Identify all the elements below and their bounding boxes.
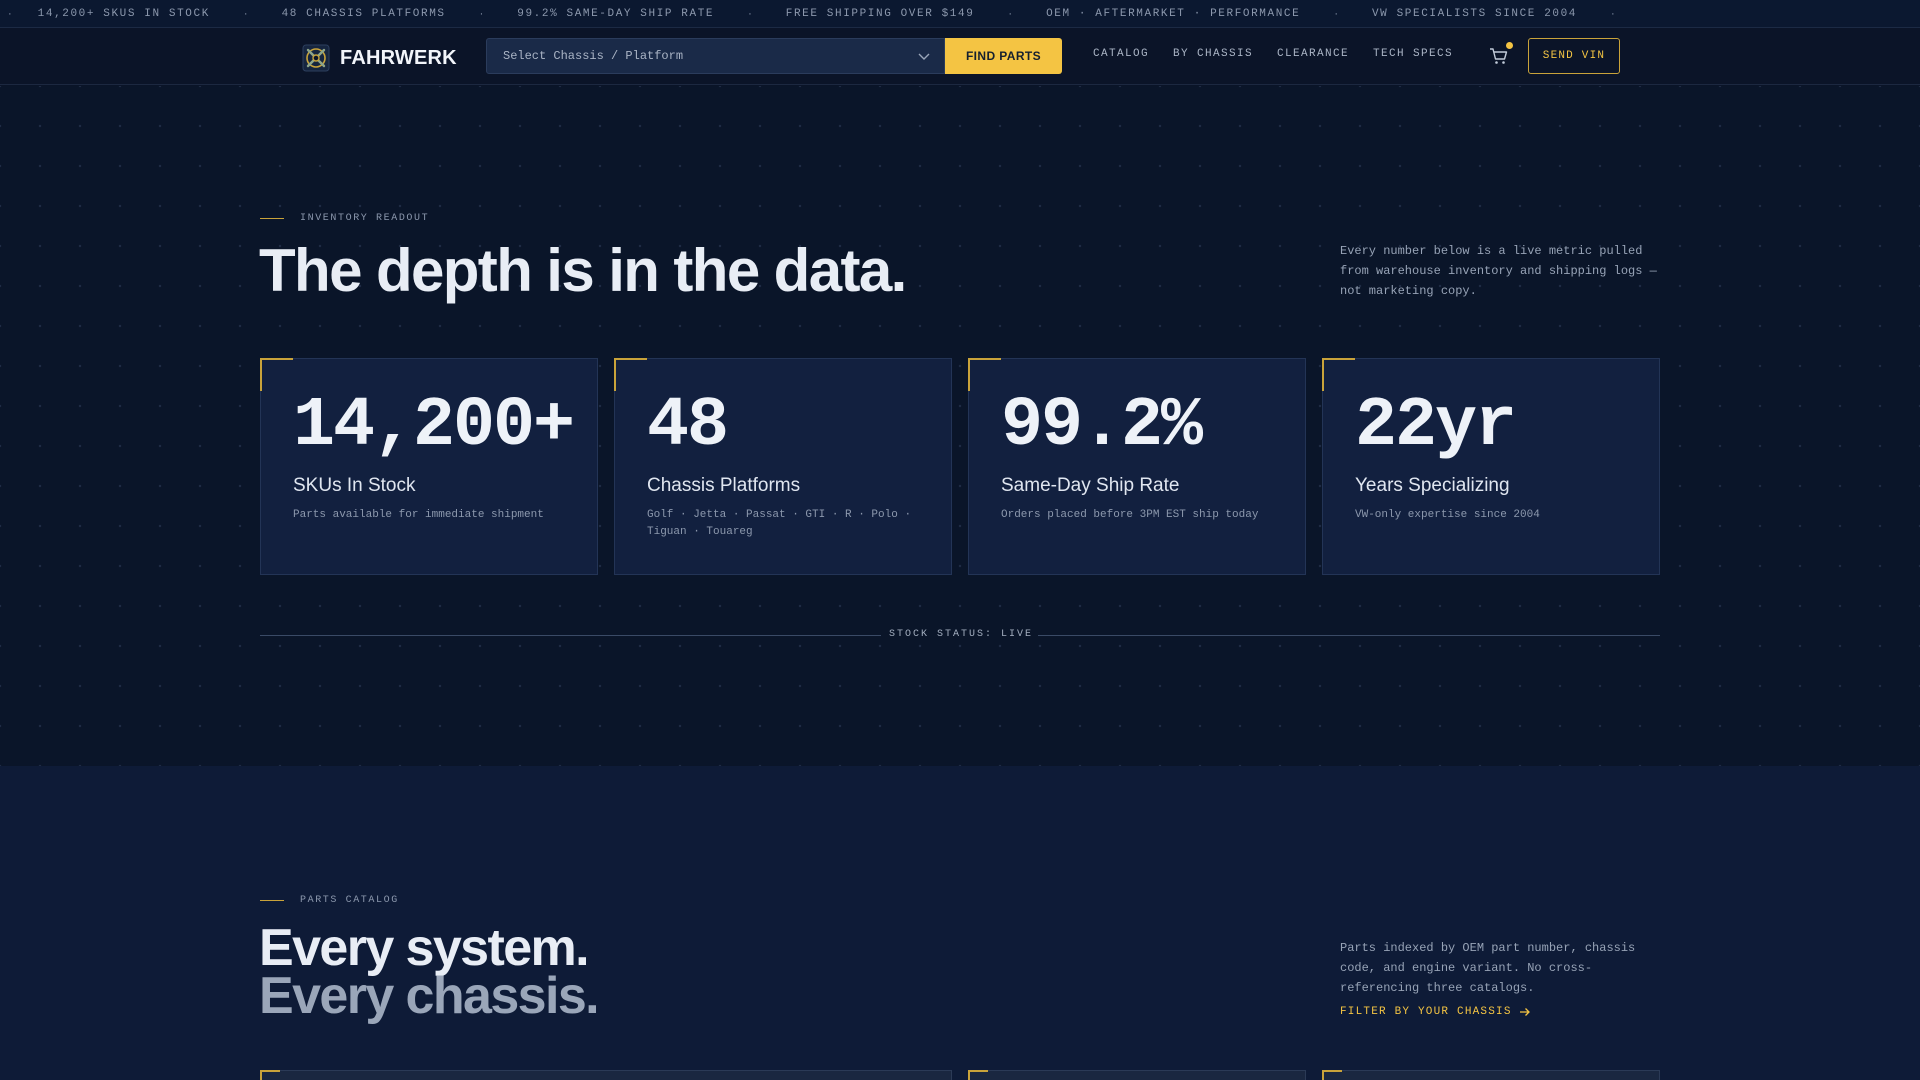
ticker-item: 14,200+ SKUs IN STOCK xyxy=(37,7,210,20)
ticker-separator: · xyxy=(1334,7,1338,20)
metric-cards: 14,200+ SKUs In Stock Parts available fo… xyxy=(260,358,1660,575)
ticker-item: OEM · AFTERMARKET · PERFORMANCE xyxy=(1046,7,1301,20)
metric-card: 22yr Years Specializing VW-only expertis… xyxy=(1322,358,1660,575)
catalog-card[interactable] xyxy=(260,1070,952,1080)
catalog-eyebrow: PARTS CATALOG xyxy=(260,895,399,906)
metric-description: Orders placed before 3PM EST ship today xyxy=(1001,509,1259,521)
brand-logo[interactable]: FAHRWERK xyxy=(302,44,457,72)
wheel-logo-icon xyxy=(302,44,330,72)
eyebrow-text: INVENTORY READOUT xyxy=(300,213,430,224)
ticker-separator: · xyxy=(1611,7,1615,20)
send-vin-button[interactable]: SEND VIN xyxy=(1528,38,1620,74)
catalog-card[interactable] xyxy=(1322,1070,1660,1080)
ticker-separator: · xyxy=(748,7,752,20)
ticker-item: 99.2% SAME-DAY SHIP RATE xyxy=(517,7,715,20)
metric-card: 48 Chassis Platforms Golf · Jetta · Pass… xyxy=(614,358,952,575)
announcement-ticker: · 14,200+ SKUs IN STOCK · 48 CHASSIS PLA… xyxy=(0,0,1920,28)
metric-value: 22yr xyxy=(1355,387,1517,466)
nav-link-clearance[interactable]: CLEARANCE xyxy=(1277,48,1349,60)
metric-card: 14,200+ SKUs In Stock Parts available fo… xyxy=(260,358,598,575)
catalog-title: Every system. Every chassis. xyxy=(259,919,600,1025)
catalog-title-line-1: Every system. xyxy=(259,919,590,977)
card-corner-accent xyxy=(968,1070,988,1080)
nav-link-catalog[interactable]: CATALOG xyxy=(1093,48,1149,60)
catalog-section: PARTS CATALOG Every system. Every chassi… xyxy=(0,766,1920,1080)
card-corner-accent xyxy=(1322,1070,1342,1080)
metric-description: Golf · Jetta · Passat · GTI · R · Polo ·… xyxy=(647,509,912,538)
card-corner-accent xyxy=(968,358,1001,391)
chevron-down-icon xyxy=(918,53,930,60)
metric-value: 48 xyxy=(647,387,729,466)
main-nav: FAHRWERK Select Chassis / Platform FIND … xyxy=(0,28,1920,85)
stock-status-row: STOCK STATUS: LIVE xyxy=(260,629,1660,643)
card-corner-accent xyxy=(260,1070,280,1080)
catalog-title-line-2: Every chassis. xyxy=(259,967,600,1025)
brand-name: FAHRWERK xyxy=(340,46,457,69)
ticker-track: · 14,200+ SKUs IN STOCK · 48 CHASSIS PLA… xyxy=(0,8,1649,20)
ticker-item: VW SPECIALISTS SINCE 2004 xyxy=(1371,7,1578,20)
cart-icon[interactable] xyxy=(1489,46,1509,66)
ticker-separator: · xyxy=(479,7,484,20)
catalog-card[interactable] xyxy=(968,1070,1306,1080)
filter-by-chassis-link[interactable]: FILTER BY YOUR CHASSIS xyxy=(1340,1006,1531,1018)
nav-link-by-chassis[interactable]: BY CHASSIS xyxy=(1173,48,1253,60)
inventory-eyebrow: INVENTORY READOUT xyxy=(260,213,429,224)
metric-description: Parts available for immediate shipment xyxy=(293,509,544,521)
eyebrow-line xyxy=(260,900,284,901)
metric-description: VW-only expertise since 2004 xyxy=(1355,509,1540,521)
card-corner-accent xyxy=(614,358,647,391)
metric-label: Years Specializing xyxy=(1355,475,1510,496)
cart-badge xyxy=(1506,42,1513,49)
metric-value: 14,200+ xyxy=(293,387,575,466)
nav-link-tech-specs[interactable]: TECH SPECS xyxy=(1373,48,1453,60)
catalog-description: Parts indexed by OEM part number, chassi… xyxy=(1340,941,1636,995)
ticker-separator: · xyxy=(1008,7,1013,20)
status-divider xyxy=(1038,635,1660,636)
inventory-section: INVENTORY READOUT The depth is in the da… xyxy=(0,86,1920,766)
chassis-select-placeholder: Select Chassis / Platform xyxy=(503,49,684,63)
chassis-select[interactable]: Select Chassis / Platform xyxy=(486,38,945,74)
metric-card: 99.2% Same-Day Ship Rate Orders placed b… xyxy=(968,358,1306,575)
card-corner-accent xyxy=(1322,358,1355,391)
inventory-description: Every number below is a live metric pull… xyxy=(1340,244,1657,298)
ticker-separator: · xyxy=(243,7,248,20)
ticker-separator: · xyxy=(8,7,12,20)
filter-link-label: FILTER BY YOUR CHASSIS xyxy=(1340,1006,1512,1018)
inventory-title: The depth is in the data. xyxy=(259,237,907,304)
eyebrow-line xyxy=(260,218,284,219)
nav-links: CATALOG BY CHASSIS CLEARANCE TECH SPECS xyxy=(1093,48,1477,60)
card-corner-accent xyxy=(260,358,293,391)
eyebrow-text: PARTS CATALOG xyxy=(300,895,399,906)
stock-status-text: STOCK STATUS: LIVE xyxy=(889,629,1034,640)
ticker-item: 48 CHASSIS PLATFORMS xyxy=(281,7,446,20)
ticker-item: FREE SHIPPING OVER $149 xyxy=(785,7,975,20)
status-divider xyxy=(260,635,881,636)
find-parts-button[interactable]: FIND PARTS xyxy=(945,38,1062,74)
metric-value: 99.2% xyxy=(1001,387,1203,466)
metric-label: SKUs In Stock xyxy=(293,475,416,496)
metric-label: Same-Day Ship Rate xyxy=(1001,475,1180,496)
metric-label: Chassis Platforms xyxy=(647,475,801,496)
arrow-right-icon xyxy=(1519,1008,1530,1016)
